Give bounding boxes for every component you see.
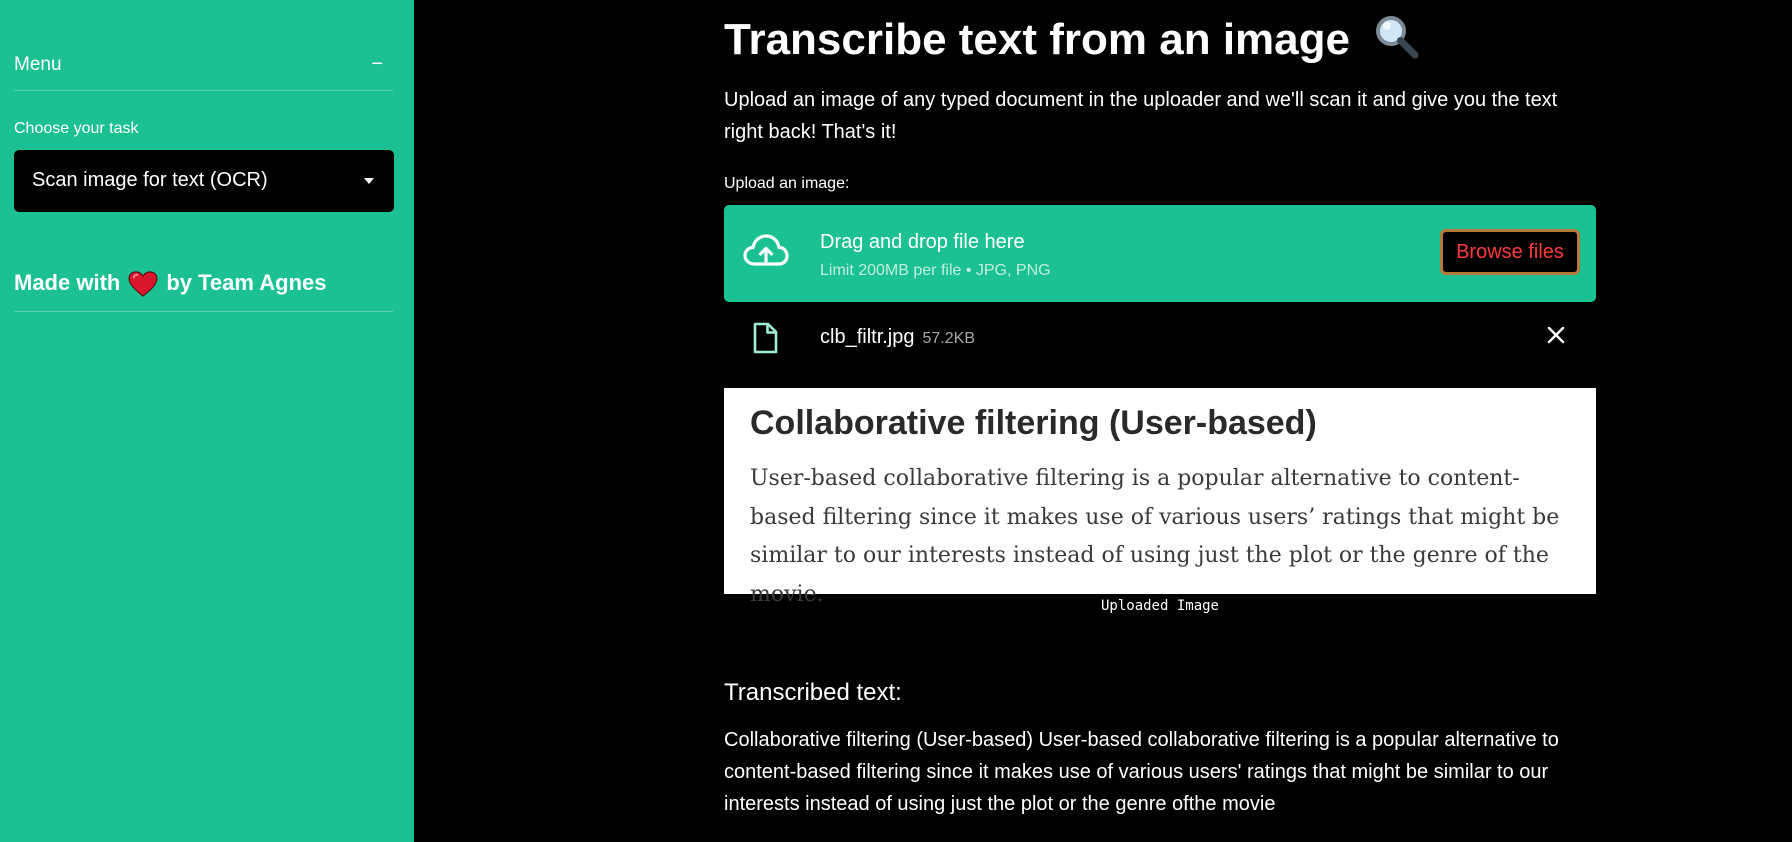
page-title: Transcribe text from an image (724, 12, 1420, 65)
task-select-value: Scan image for text (OCR) (32, 169, 268, 191)
task-select-label: Choose your task (14, 120, 139, 137)
file-dropzone[interactable]: Drag and drop file here Limit 200MB per … (724, 205, 1596, 302)
file-icon (753, 322, 778, 354)
file-size: 57.2KB (922, 330, 975, 347)
menu-header: Menu − (14, 50, 393, 91)
dropzone-title: Drag and drop file here (820, 231, 1025, 253)
preview-heading: Collaborative filtering (User-based) (750, 404, 1317, 442)
preview-body: User-based collaborative filtering is a … (750, 466, 1560, 607)
transcribed-text: Collaborative filtering (User-based) Use… (724, 729, 1559, 815)
uploaded-image-preview: Collaborative filtering (User-based) Use… (724, 388, 1596, 607)
heart-icon (128, 271, 158, 297)
close-icon[interactable] (1546, 325, 1566, 345)
transcribed-heading: Transcribed text: (724, 679, 902, 706)
sidebar: Menu − Choose your task Scan image for t… (0, 0, 414, 842)
main-content: Transcribe text from an image Upload an … (414, 0, 1792, 842)
made-with-suffix: by Team Agnes (166, 270, 327, 295)
made-with-credit: Made with by Team Agnes (14, 270, 393, 312)
magnifying-glass-icon (1376, 16, 1419, 59)
app-window: Menu − Choose your task Scan image for t… (0, 0, 1792, 842)
cloud-upload-icon (743, 234, 789, 266)
image-caption: Uploaded Image (1100, 598, 1219, 614)
dropzone-subtitle: Limit 200MB per file • JPG, PNG (820, 262, 1051, 279)
menu-title: Menu (14, 54, 62, 75)
chevron-down-icon (364, 178, 374, 184)
task-select[interactable]: Scan image for text (OCR) (14, 150, 394, 212)
made-with-prefix: Made with (14, 270, 121, 295)
browse-files-button[interactable]: Browse files (1440, 229, 1580, 275)
uploaded-file-row: clb_filtr.jpg 57.2KB (724, 318, 1596, 358)
collapse-menu-button[interactable]: − (371, 50, 383, 78)
file-name: clb_filtr.jpg 57.2KB (820, 326, 975, 349)
upload-label: Upload an image: (724, 175, 850, 192)
intro-text: Upload an image of any typed document in… (724, 89, 1558, 143)
page-title-text: Transcribe text from an image (724, 15, 1350, 64)
file-name-text: clb_filtr.jpg (820, 326, 915, 348)
